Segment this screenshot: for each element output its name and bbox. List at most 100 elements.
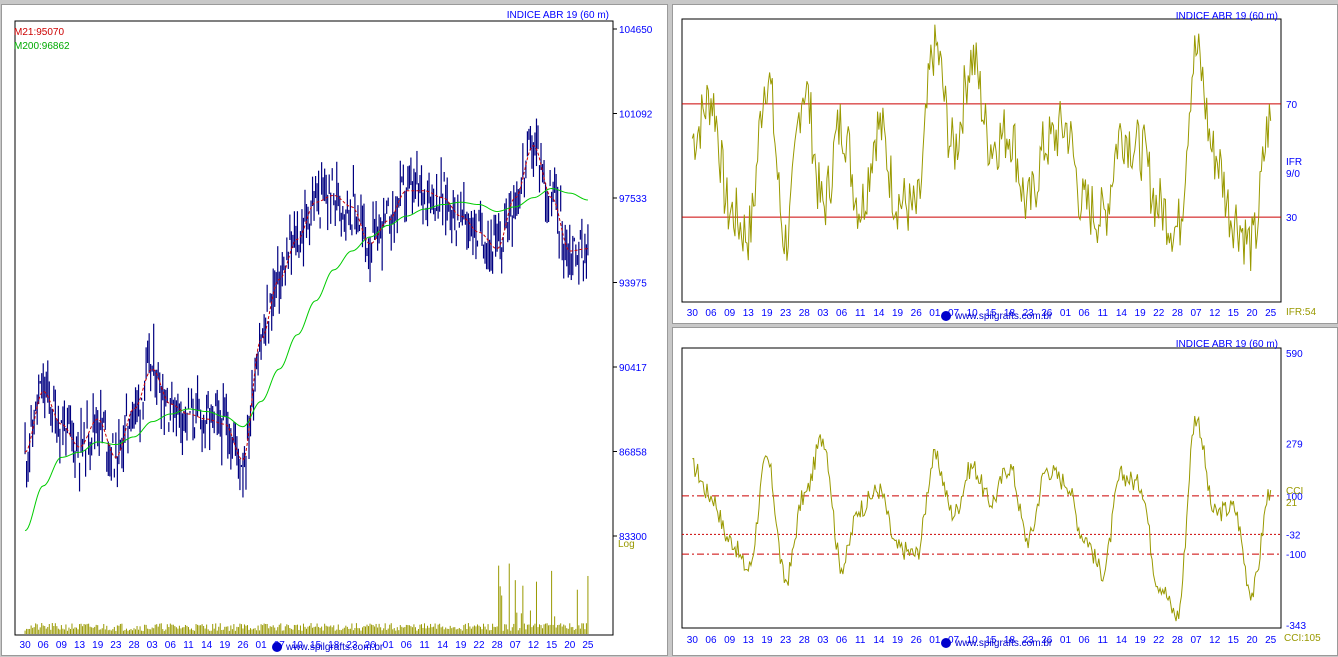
- price-x-tick: 26: [237, 640, 249, 651]
- cci-x-tick: 26: [911, 635, 923, 646]
- price-chart-title: INDICE ABR 19 (60 m): [507, 10, 609, 21]
- ifr-y-tick-30: 30: [1286, 213, 1298, 224]
- price-x-tick: 06: [38, 640, 50, 651]
- cci-x-tick: 01: [929, 635, 941, 646]
- cci-x-tick: 06: [1079, 635, 1091, 646]
- cci-value-label: CCI:105: [1284, 633, 1321, 644]
- ifr-x-tick: 07: [1190, 308, 1202, 319]
- cci-x-tick: 11: [1098, 635, 1109, 646]
- cci-x-tick: 23: [780, 635, 792, 646]
- price-x-tick: 06: [401, 640, 413, 651]
- cci-x-tick: 11: [855, 635, 866, 646]
- price-x-tick: 01: [256, 640, 268, 651]
- cci-x-tick: 01: [1060, 635, 1072, 646]
- ifr-x-tick: 01: [1060, 308, 1072, 319]
- cci-x-tick: 22: [1153, 635, 1165, 646]
- ifr-x-tick: 13: [743, 308, 755, 319]
- price-x-tick: 07: [510, 640, 522, 651]
- price-x-tick: 23: [110, 640, 122, 651]
- cci-x-tick: 03: [817, 635, 829, 646]
- ifr-x-tick: 06: [836, 308, 848, 319]
- m21-legend: M21:95070: [14, 27, 64, 38]
- ifr-x-tick: 06: [705, 308, 717, 319]
- m200-legend: M200:96862: [14, 41, 70, 52]
- watermark-text: www.spilgrafts.com.br: [285, 642, 384, 653]
- cci-chart-panel: INDICE ABR 19 (60 m) 590 279 100 -32 -100 -34…: [672, 327, 1338, 656]
- price-x-tick: 11: [183, 640, 194, 651]
- ifr-chart-panel: INDICE ABR 19 (60 m) 70 30 IFR 9/0 IFR:5…: [672, 4, 1338, 324]
- ifr-x-tick: 28: [1172, 308, 1184, 319]
- price-y-tick: 104650: [619, 25, 653, 36]
- ifr-value-label: IFR:54: [1286, 307, 1316, 318]
- price-x-tick: 01: [383, 640, 395, 651]
- watermark: www.spilgrafts.com.br: [941, 638, 1053, 649]
- cci-x-tick: 07: [1190, 635, 1202, 646]
- price-chart-panel: INDICE ABR 19 (60 m) M21:95070 M200:9686…: [1, 4, 668, 656]
- cci-x-tick: 19: [1135, 635, 1147, 646]
- price-chart: INDICE ABR 19 (60 m) M21:95070 M200:9686…: [14, 10, 653, 653]
- price-x-tick: 19: [92, 640, 104, 651]
- watermark-logo-icon: [941, 311, 951, 321]
- ifr-x-tick: 22: [1153, 308, 1165, 319]
- cci-y-tick: -100: [1286, 550, 1306, 561]
- watermark: www.spilgrafts.com.br: [941, 311, 1053, 322]
- ifr-x-tick: 19: [761, 308, 773, 319]
- cci-chart: INDICE ABR 19 (60 m) 590279100-32-100-34…: [681, 339, 1321, 649]
- price-plot-area: [14, 20, 614, 636]
- ifr-y-tick-70: 70: [1286, 100, 1298, 111]
- ifr-x-tick: 06: [1079, 308, 1091, 319]
- ifr-indicator-period: 9/0: [1286, 169, 1300, 180]
- cci-x-tick: 06: [836, 635, 848, 646]
- ifr-x-tick: 12: [1209, 308, 1221, 319]
- price-x-tick: 06: [165, 640, 177, 651]
- cci-x-tick: 25: [1265, 635, 1277, 646]
- watermark: www.spilgrafts.com.br: [272, 642, 384, 653]
- cci-indicator-name: CCI: [1286, 486, 1303, 497]
- ifr-plot-area: [681, 18, 1282, 303]
- price-x-tick: 14: [437, 640, 449, 651]
- price-y-axis: 1046501010929753393975904178685883300: [613, 25, 653, 543]
- price-y-tick: 86858: [619, 448, 647, 459]
- ifr-x-tick: 23: [780, 308, 792, 319]
- cci-chart-title: INDICE ABR 19 (60 m): [1176, 339, 1278, 350]
- ifr-x-tick: 19: [1135, 308, 1147, 319]
- cci-x-tick: 14: [873, 635, 885, 646]
- price-x-tick: 15: [546, 640, 558, 651]
- ifr-chart-title: INDICE ABR 19 (60 m): [1176, 11, 1278, 22]
- watermark-logo-icon: [272, 642, 282, 652]
- price-x-tick: 19: [455, 640, 467, 651]
- ifr-x-tick: 15: [1228, 308, 1240, 319]
- cci-x-tick: 19: [892, 635, 904, 646]
- ifr-x-tick: 28: [799, 308, 811, 319]
- price-x-tick: 11: [419, 640, 430, 651]
- ifr-x-tick: 03: [817, 308, 829, 319]
- cci-x-tick: 12: [1209, 635, 1221, 646]
- ifr-chart: INDICE ABR 19 (60 m) 70 30 IFR 9/0 IFR:5…: [681, 11, 1316, 322]
- cci-x-tick: 06: [705, 635, 717, 646]
- ifr-x-tick: 14: [1116, 308, 1128, 319]
- ifr-x-tick: 20: [1246, 308, 1258, 319]
- cci-x-tick: 30: [687, 635, 699, 646]
- log-scale-label: Log: [618, 539, 635, 550]
- price-y-tick: 90417: [619, 363, 647, 374]
- cci-indicator-period: 21: [1286, 498, 1298, 509]
- cci-x-tick: 14: [1116, 635, 1128, 646]
- watermark-text: www.spilgrafts.com.br: [954, 638, 1053, 649]
- price-y-tick: 93975: [619, 279, 647, 290]
- cci-y-tick: 590: [1286, 349, 1303, 360]
- watermark-logo-icon: [941, 638, 951, 648]
- price-x-tick: 22: [473, 640, 485, 651]
- ifr-x-tick: 01: [929, 308, 941, 319]
- cci-x-tick: 19: [761, 635, 773, 646]
- cci-x-tick: 15: [1228, 635, 1240, 646]
- cci-y-tick: -343: [1286, 621, 1306, 632]
- ifr-indicator-name: IFR: [1286, 157, 1302, 168]
- ifr-x-tick: 30: [687, 308, 699, 319]
- ifr-x-tick: 11: [1098, 308, 1109, 319]
- cci-y-tick: 279: [1286, 440, 1303, 451]
- price-x-tick: 14: [201, 640, 213, 651]
- ifr-x-tick: 26: [911, 308, 923, 319]
- ifr-x-tick: 14: [873, 308, 885, 319]
- price-y-tick: 97533: [619, 194, 647, 205]
- price-x-tick: 25: [582, 640, 594, 651]
